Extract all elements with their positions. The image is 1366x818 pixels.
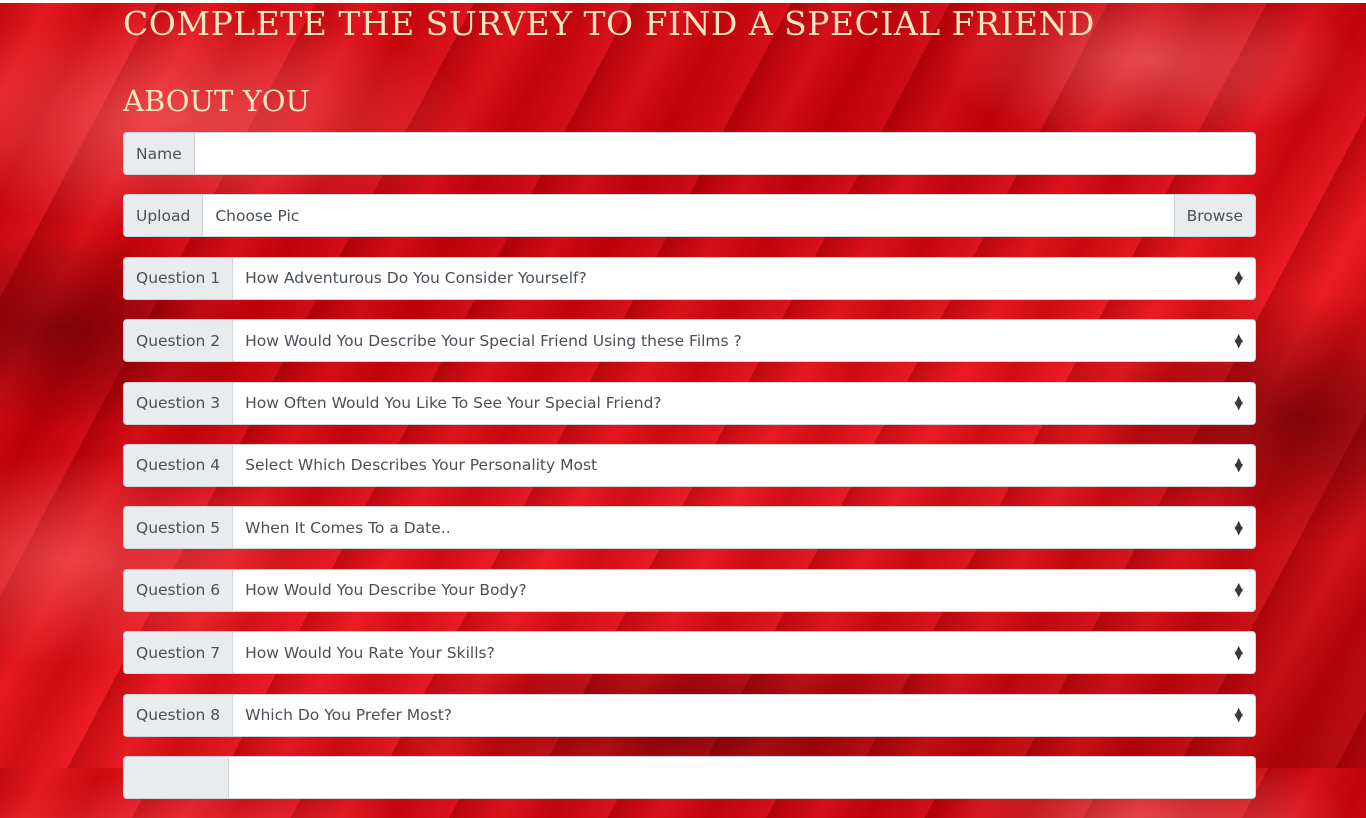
question-4-label: Question 4 <box>124 444 234 486</box>
question-1-label: Question 1 <box>124 257 234 299</box>
page-title: COMPLETE THE SURVEY TO FIND A SPECIAL FR… <box>123 4 1095 43</box>
name-input-group: Name <box>123 132 1256 175</box>
question-1-selected: How Adventurous Do You Consider Yourself… <box>245 269 587 288</box>
select-arrows-icon: ▲ ▼ <box>1234 330 1243 350</box>
question-3-select[interactable]: How Often Would You Like To See Your Spe… <box>233 382 1255 424</box>
question-7-label: Question 7 <box>124 632 234 674</box>
question-9-label <box>124 756 229 798</box>
question-7-select[interactable]: How Would You Rate Your Skills? ▲ ▼ <box>233 632 1255 674</box>
upload-label: Upload <box>124 195 204 237</box>
question-3-selected: How Often Would You Like To See Your Spe… <box>245 394 662 413</box>
question-8-selected: Which Do You Prefer Most? <box>245 706 453 725</box>
question-7-selected: How Would You Rate Your Skills? <box>245 643 495 662</box>
select-arrows-icon: ▲ ▼ <box>1234 705 1243 725</box>
question-6-selected: How Would You Describe Your Body? <box>245 581 527 600</box>
question-5-label: Question 5 <box>124 507 234 549</box>
name-input[interactable] <box>194 133 1255 174</box>
select-arrows-icon: ▲ ▼ <box>1234 642 1243 662</box>
select-arrows-icon: ▲ ▼ <box>1234 268 1243 288</box>
question-6-group: Question 6 How Would You Describe Your B… <box>123 568 1256 612</box>
name-label: Name <box>124 133 195 174</box>
file-input[interactable]: Choose Pic <box>203 195 1174 237</box>
question-4-group: Question 4 Select Which Describes Your P… <box>123 443 1256 487</box>
question-9-select[interactable] <box>229 756 1255 798</box>
page-top-border <box>0 0 1366 3</box>
question-2-selected: How Would You Describe Your Special Frie… <box>245 331 742 350</box>
question-5-group: Question 5 When It Comes To a Date.. ▲ ▼ <box>123 506 1256 550</box>
question-2-group: Question 2 How Would You Describe Your S… <box>123 319 1256 363</box>
question-5-select[interactable]: When It Comes To a Date.. ▲ ▼ <box>233 507 1255 549</box>
survey-form: Name Upload Choose Pic Browse Question 1… <box>123 132 1256 818</box>
question-4-select[interactable]: Select Which Describes Your Personality … <box>233 444 1255 486</box>
question-8-select[interactable]: Which Do You Prefer Most? ▲ ▼ <box>233 694 1255 736</box>
question-2-label: Question 2 <box>124 320 234 362</box>
question-4-selected: Select Which Describes Your Personality … <box>245 456 598 475</box>
select-arrows-icon: ▲ ▼ <box>1234 517 1243 537</box>
question-3-group: Question 3 How Often Would You Like To S… <box>123 381 1256 425</box>
upload-input-group: Upload Choose Pic Browse <box>123 194 1256 238</box>
question-1-group: Question 1 How Adventurous Do You Consid… <box>123 256 1256 300</box>
question-8-group: Question 8 Which Do You Prefer Most? ▲ ▼ <box>123 693 1256 737</box>
select-arrows-icon: ▲ ▼ <box>1234 393 1243 413</box>
browse-button[interactable]: Browse <box>1173 195 1255 237</box>
section-title: ABOUT YOU <box>123 84 310 118</box>
question-2-select[interactable]: How Would You Describe Your Special Frie… <box>233 320 1255 362</box>
question-9-group <box>123 755 1256 799</box>
question-3-label: Question 3 <box>124 382 234 424</box>
question-5-selected: When It Comes To a Date.. <box>245 518 451 537</box>
question-6-label: Question 6 <box>124 569 234 611</box>
select-arrows-icon: ▲ ▼ <box>1234 455 1243 475</box>
question-7-group: Question 7 How Would You Rate Your Skill… <box>123 631 1256 675</box>
select-arrows-icon: ▲ ▼ <box>1234 580 1243 600</box>
question-8-label: Question 8 <box>124 694 234 736</box>
question-6-select[interactable]: How Would You Describe Your Body? ▲ ▼ <box>233 569 1255 611</box>
question-1-select[interactable]: How Adventurous Do You Consider Yourself… <box>233 257 1255 299</box>
